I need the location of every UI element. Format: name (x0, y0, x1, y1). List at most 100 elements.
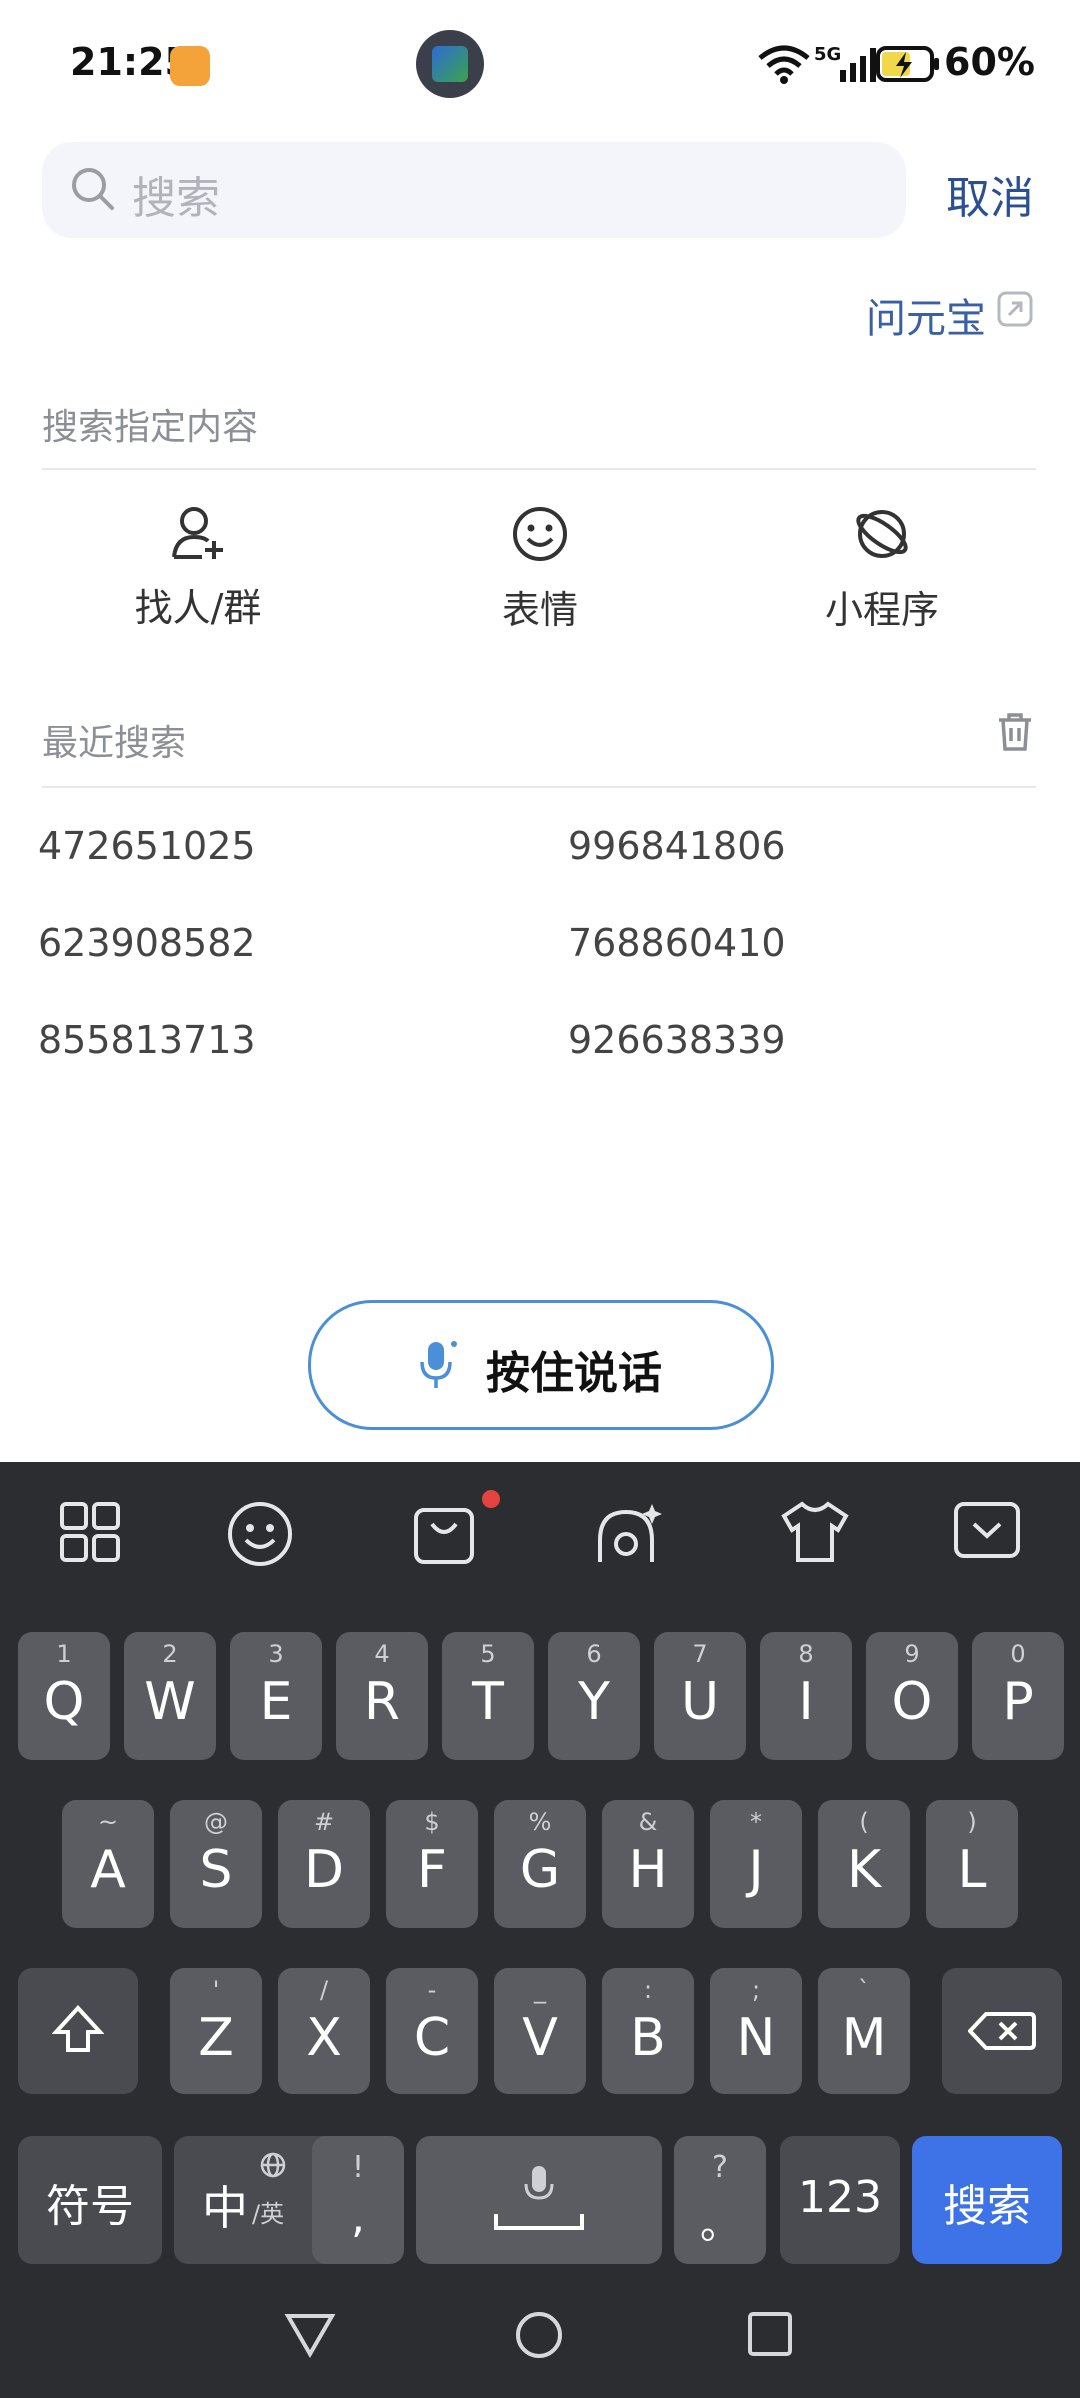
back-nav-icon[interactable] (284, 2310, 336, 2358)
key-label: E (259, 1672, 293, 1732)
key-secondary-label: $ (424, 1808, 440, 1836)
backspace-icon (968, 2012, 1036, 2050)
key-u[interactable]: 7U (654, 1632, 746, 1760)
category-mini-programs[interactable]: 小程序 (762, 505, 1002, 634)
trash-icon[interactable] (996, 712, 1034, 752)
key-label: Y (578, 1672, 610, 1732)
category-find-people[interactable]: 找人/群 (78, 505, 318, 632)
key-secondary-label: ) (967, 1808, 977, 1836)
shopping-bag-icon[interactable] (412, 1500, 478, 1566)
key-y[interactable]: 6Y (548, 1632, 640, 1760)
microphone-icon (420, 1341, 457, 1388)
key-secondary-label: _ (534, 1976, 546, 2004)
key-label: G (519, 1840, 561, 1900)
key-secondary-label: @ (204, 1808, 228, 1836)
key-w[interactable]: 2W (124, 1632, 216, 1760)
search-icon (72, 168, 114, 210)
key-n[interactable]: ; N (710, 1968, 802, 2094)
comma-key-sub: ! (351, 2150, 365, 2185)
key-secondary-label: 2 (162, 1640, 178, 1668)
key-t[interactable]: 5T (442, 1632, 534, 1760)
key-s[interactable]: @ S (170, 1800, 262, 1928)
recent-item[interactable]: 926638339 (568, 1018, 786, 1062)
ai-assistant-icon[interactable] (594, 1500, 664, 1568)
period-key[interactable]: ? 。 (674, 2136, 766, 2264)
recent-item[interactable]: 855813713 (38, 1018, 256, 1062)
shift-arrow-icon (52, 2005, 104, 2052)
skin-theme-icon[interactable] (780, 1500, 850, 1564)
status-bar: 21:25 5G 60% (0, 0, 1080, 130)
shift-key[interactable] (18, 1968, 138, 2094)
key-j[interactable]: * J (710, 1800, 802, 1928)
key-b[interactable]: :B (602, 1968, 694, 2094)
key-secondary-label: / (319, 1976, 329, 2004)
key-label: X (306, 2008, 342, 2068)
recent-item[interactable]: 996841806 (568, 824, 786, 868)
lang-main-label: 中 (202, 2181, 248, 2235)
key-secondary-label: 0 (1010, 1640, 1026, 1668)
key-q[interactable]: 1Q (18, 1632, 110, 1760)
key-f[interactable]: $ F (386, 1800, 478, 1928)
space-key[interactable] (416, 2136, 662, 2264)
comma-key-label: , (351, 2192, 365, 2243)
key-c[interactable]: -C (386, 1968, 478, 2094)
numbers-key[interactable]: 123 (780, 2136, 900, 2264)
key-label: S (199, 1840, 233, 1900)
backspace-key[interactable] (942, 1968, 1062, 2094)
section-title-specified: 搜索指定内容 (42, 407, 259, 448)
key-secondary-label: ` (858, 1976, 870, 2004)
collapse-keyboard-icon[interactable] (952, 1500, 1022, 1560)
key-l[interactable]: ) L (926, 1800, 1018, 1928)
apps-grid-icon[interactable] (58, 1500, 122, 1564)
add-person-icon (172, 507, 223, 559)
key-label: H (628, 1840, 668, 1900)
cancel-button[interactable]: 取消 (946, 162, 1034, 226)
notification-dot (482, 1490, 500, 1508)
ask-yuanbao-link[interactable]: 问元宝 (866, 286, 986, 344)
search-key[interactable]: 搜索 (912, 2136, 1062, 2264)
search-placeholder: 搜索 (132, 173, 220, 224)
key-p[interactable]: 0P (972, 1632, 1064, 1760)
planet-icon (856, 510, 908, 558)
divider (42, 786, 1036, 788)
key-label: R (363, 1672, 401, 1732)
home-nav-icon[interactable] (514, 2310, 564, 2360)
category-label: 找人/群 (134, 586, 262, 630)
key-r[interactable]: 4R (336, 1632, 428, 1760)
key-a[interactable]: ~ A (62, 1800, 154, 1928)
key-secondary-label: : (643, 1976, 653, 2004)
symbols-key[interactable]: 符号 (18, 2136, 162, 2264)
key-o[interactable]: 9O (866, 1632, 958, 1760)
key-label: U (680, 1672, 720, 1732)
numbers-key-label: 123 (798, 2172, 882, 2223)
category-stickers[interactable]: 表情 (420, 505, 660, 634)
key-x[interactable]: / X (278, 1968, 370, 2094)
key-i[interactable]: 8I (760, 1632, 852, 1760)
recent-item[interactable]: 623908582 (38, 921, 256, 965)
key-label: L (957, 1840, 987, 1900)
key-label: W (144, 1672, 196, 1732)
divider (42, 468, 1036, 470)
key-z[interactable]: ' Z (170, 1968, 262, 2094)
key-g[interactable]: % G (494, 1800, 586, 1928)
key-label: T (472, 1672, 504, 1732)
key-secondary-label: ' (212, 1976, 220, 2004)
recent-item[interactable]: 768860410 (568, 921, 786, 965)
comma-key[interactable]: ! , (312, 2136, 404, 2264)
key-v[interactable]: _ V (494, 1968, 586, 2094)
period-key-sub: ? (712, 2150, 728, 2185)
recent-item[interactable]: 472651025 (38, 824, 256, 868)
section-title-recent: 最近搜索 (42, 723, 187, 764)
wifi-icon (758, 45, 810, 84)
key-e[interactable]: 3E (230, 1632, 322, 1760)
key-label: B (630, 2008, 666, 2068)
key-k[interactable]: (K (818, 1800, 910, 1928)
recents-nav-icon[interactable] (746, 2310, 794, 2358)
emoji-icon[interactable] (226, 1500, 294, 1568)
key-h[interactable]: & H (602, 1800, 694, 1928)
symbols-key-label: 符号 (46, 2181, 134, 2232)
signal-icon (840, 48, 876, 82)
key-m[interactable]: ` M (818, 1968, 910, 2094)
lang-sub-label: /英 (252, 2200, 285, 2228)
key-d[interactable]: # D (278, 1800, 370, 1928)
